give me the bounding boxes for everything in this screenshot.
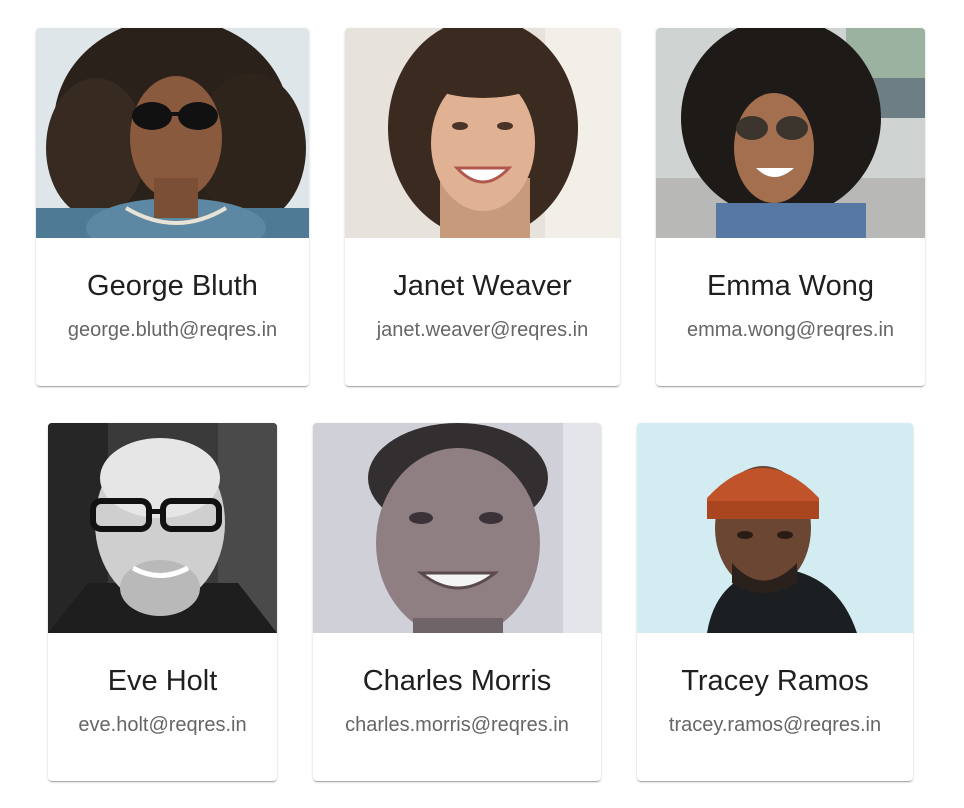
user-email: george.bluth@reqres.in bbox=[67, 319, 278, 341]
user-name: Charles Morris bbox=[362, 665, 552, 697]
user-avatar-photo bbox=[345, 28, 620, 238]
user-email: eve.holt@reqres.in bbox=[78, 714, 247, 736]
user-card[interactable]: Charles Morris charles.morris@reqres.in bbox=[313, 423, 601, 781]
user-name: Tracey Ramos bbox=[681, 665, 869, 697]
user-name: George Bluth bbox=[87, 270, 258, 302]
user-email: janet.weaver@reqres.in bbox=[376, 319, 589, 341]
user-name: Eve Holt bbox=[107, 665, 218, 697]
user-email: charles.morris@reqres.in bbox=[345, 714, 569, 736]
user-card[interactable]: Eve Holt eve.holt@reqres.in bbox=[48, 423, 277, 781]
user-email: emma.wong@reqres.in bbox=[686, 319, 895, 341]
user-card[interactable]: Emma Wong emma.wong@reqres.in bbox=[656, 28, 925, 386]
user-avatar-photo bbox=[48, 423, 277, 633]
user-avatar-photo bbox=[36, 28, 309, 238]
user-card-grid: George Bluth george.bluth@reqres.in Jane… bbox=[0, 0, 964, 808]
user-card[interactable]: Tracey Ramos tracey.ramos@reqres.in bbox=[637, 423, 913, 781]
user-name: Janet Weaver bbox=[393, 270, 572, 302]
user-card[interactable]: Janet Weaver janet.weaver@reqres.in bbox=[345, 28, 620, 386]
user-avatar-photo bbox=[313, 423, 601, 633]
user-avatar-photo bbox=[637, 423, 913, 633]
user-card[interactable]: George Bluth george.bluth@reqres.in bbox=[36, 28, 309, 386]
user-avatar-photo bbox=[656, 28, 925, 238]
user-name: Emma Wong bbox=[706, 270, 875, 302]
user-email: tracey.ramos@reqres.in bbox=[668, 714, 882, 736]
